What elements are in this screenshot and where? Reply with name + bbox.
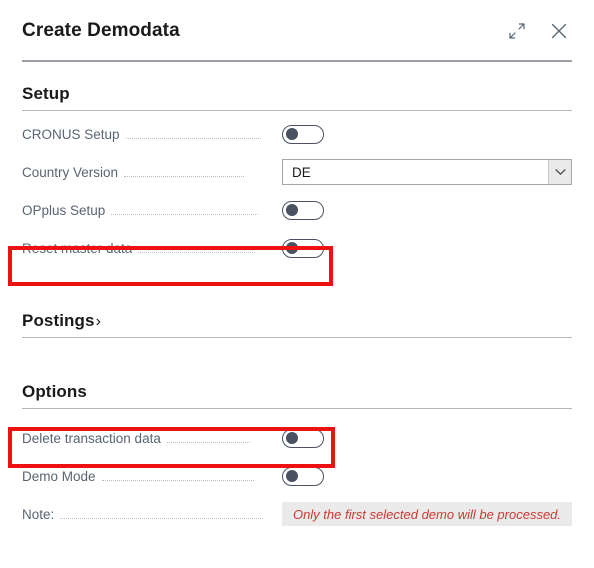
field-delete-transaction-data: Delete transaction data [22,419,572,457]
field-label: CRONUS Setup [22,126,120,142]
section-setup-header[interactable]: Setup [22,62,572,110]
expand-diagonal-icon[interactable] [504,18,530,44]
toggle-reset-master-data[interactable] [282,238,324,258]
note-text: Only the first selected demo will be pro… [292,506,562,522]
toggle-knob [286,470,298,482]
section-postings-divider [22,337,572,338]
toggle-knob [286,128,298,140]
toggle-delete-transaction-data[interactable] [282,428,324,448]
chevron-right-icon[interactable]: › [96,314,101,330]
field-opplus-setup: OPplus Setup [22,191,572,229]
dialog-titlebar: Create Demodata [0,0,594,62]
note-readonly-field: Only the first selected demo will be pro… [282,502,572,526]
close-icon[interactable] [546,18,572,44]
select-value: DE [292,164,311,180]
field-cronus-setup: CRONUS Setup [22,115,572,153]
leader-dots [111,204,259,215]
title-divider [22,60,572,62]
section-options-header[interactable]: Options [22,360,572,408]
field-demo-mode: Demo Mode [22,457,572,495]
select-country-version[interactable]: DE [282,159,572,185]
leader-dots [138,242,256,253]
leader-dots [125,128,261,139]
leader-dots [60,508,264,519]
toggle-opplus-setup[interactable] [282,200,324,220]
toggle-knob [286,242,298,254]
toggle-knob [286,204,298,216]
page-title: Create Demodata [22,20,180,41]
field-reset-master-data: Reset master data [22,229,572,267]
section-options: Options Delete transaction data Demo Mod… [22,360,572,533]
chevron-down-icon[interactable] [548,160,571,184]
field-label: Delete transaction data [22,430,161,446]
leader-dots [166,432,250,443]
field-label: Reset master data [22,240,133,256]
field-label: Demo Mode [22,468,96,484]
section-setup-title: Setup [22,84,70,103]
section-postings-title: Postings [22,311,95,330]
section-setup: Setup CRONUS Setup Country Version DE OP… [22,62,572,267]
leader-dots [124,166,245,177]
toggle-knob [286,432,298,444]
field-label: Country Version [22,164,119,180]
titlebar-actions [504,18,572,44]
toggle-demo-mode[interactable] [282,466,324,486]
field-label: Note: [22,506,55,522]
section-postings-header[interactable]: Postings › [22,289,572,337]
leader-dots [101,470,254,481]
dialog-content: Setup CRONUS Setup Country Version DE OP… [0,62,594,533]
section-postings: Postings › [22,289,572,338]
section-options-title: Options [22,382,87,401]
field-note: Note: Only the first selected demo will … [22,495,572,533]
field-label: OPplus Setup [22,202,106,218]
toggle-cronus-setup[interactable] [282,124,324,144]
field-country-version: Country Version DE [22,153,572,191]
